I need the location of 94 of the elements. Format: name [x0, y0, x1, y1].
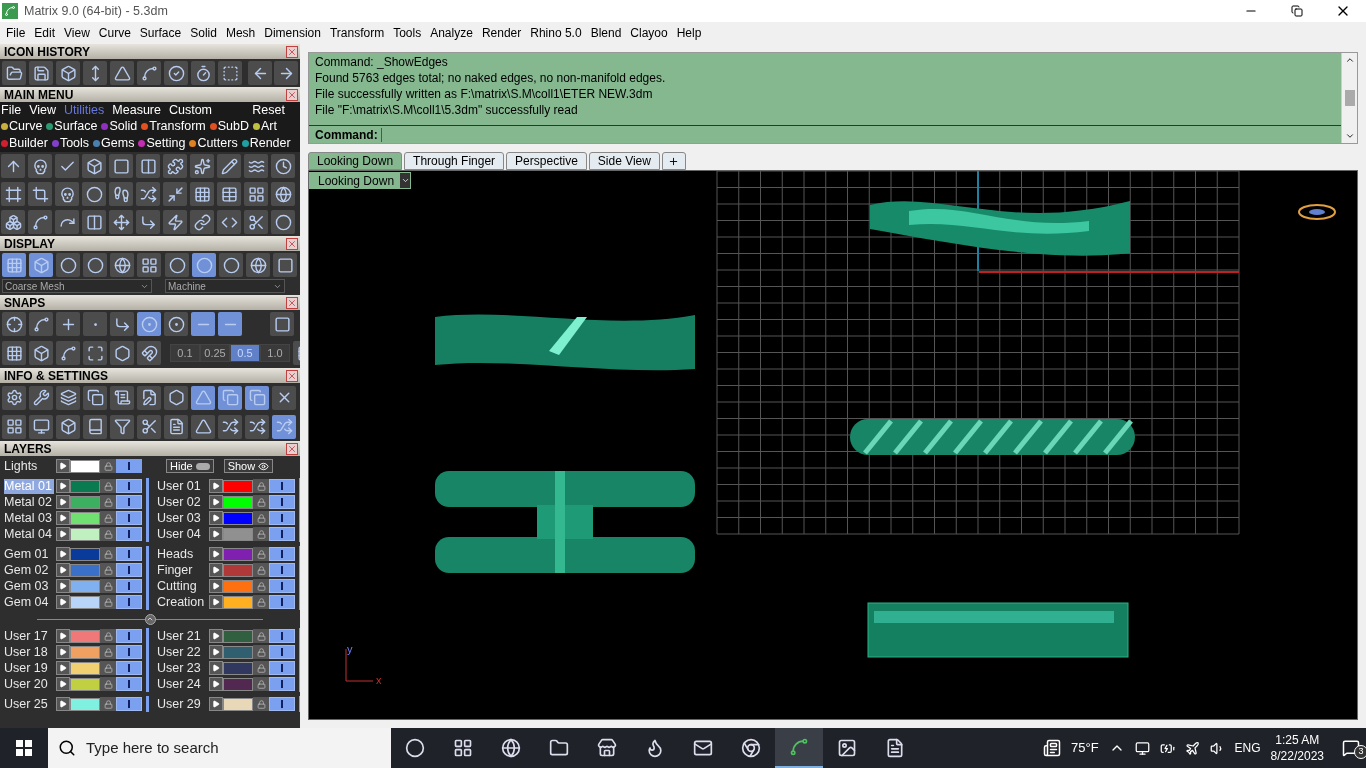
category-link[interactable]: SubD	[217, 117, 249, 136]
layer-name[interactable]: Gem 03	[4, 578, 54, 594]
language-indicator[interactable]: ENG	[1234, 739, 1261, 757]
hide-button[interactable]: Hide	[166, 459, 214, 473]
menu-item[interactable]: Transform	[329, 24, 385, 42]
category-link[interactable]: Solid	[109, 117, 138, 136]
command-prompt: Command:	[315, 126, 378, 144]
menu-item[interactable]: Tools	[393, 24, 422, 42]
category-link[interactable]: Transform	[149, 117, 206, 136]
menu-item[interactable]: Clayoo	[630, 24, 668, 42]
menu-item[interactable]: Help	[676, 24, 702, 42]
viewport-tab[interactable]: Perspective	[506, 152, 587, 170]
menu-item[interactable]: Blend	[590, 24, 622, 42]
layer-name[interactable]: Gem 02	[4, 562, 54, 578]
clock-time[interactable]: 1:25 AM	[1275, 732, 1320, 748]
layer-name[interactable]: User 22	[157, 644, 207, 660]
category-link[interactable]: Curve	[9, 117, 43, 136]
panel-title: INFO & SETTINGS	[4, 369, 108, 382]
viewport-tab[interactable]: Looking Down	[308, 152, 403, 170]
reset-button[interactable]: Reset	[252, 100, 285, 120]
menu-item[interactable]: Mesh	[225, 24, 256, 42]
menu-tab[interactable]: File	[1, 100, 22, 120]
layer-name[interactable]: User 20	[4, 676, 54, 692]
layer-name[interactable]: User 01	[157, 478, 207, 494]
category-link[interactable]: Render	[249, 134, 291, 153]
viewport[interactable]: Looking Down y x	[308, 170, 1358, 720]
layer-name[interactable]: Finger	[157, 562, 207, 578]
command-log-line: Found 5763 edges total; no naked edges, no non-manifold edges.	[315, 70, 667, 86]
menu-item[interactable]: Curve	[98, 24, 131, 42]
menu-item[interactable]: File	[6, 24, 26, 42]
menu-item[interactable]: Dimension	[264, 24, 321, 42]
layer-name[interactable]: User 29	[157, 696, 207, 712]
category-link[interactable]: Gems	[101, 134, 135, 153]
view-dropdown[interactable]: Looking Down	[309, 172, 412, 189]
mesh-dropdown[interactable]: Coarse Mesh	[2, 279, 152, 293]
menu-tab[interactable]: Custom	[168, 100, 213, 120]
menu-item[interactable]: Rhino 5.0	[530, 24, 582, 42]
window-title: Matrix 9.0 (64-bit) - 5.3dm	[24, 2, 168, 20]
layer-name[interactable]: Metal 03	[4, 510, 54, 526]
category-link[interactable]: Setting	[146, 134, 186, 153]
panel-title: DISPLAY	[4, 237, 55, 250]
command-log-line: Command: _ShowEdges	[315, 54, 449, 70]
viewport-tab[interactable]: Through Finger	[404, 152, 505, 170]
layer-name[interactable]: Cutting	[157, 578, 207, 594]
menu-item[interactable]: Surface	[139, 24, 182, 42]
category-link[interactable]: Art	[261, 117, 277, 136]
search-field[interactable]: Type here to search	[86, 736, 381, 760]
layer-name[interactable]: Gem 01	[4, 546, 54, 562]
clock-date[interactable]: 8/22/2023	[1270, 748, 1324, 764]
menu-tab[interactable]: Utilities	[64, 100, 105, 120]
layer-name[interactable]: User 19	[4, 660, 54, 676]
menu-item[interactable]: Edit	[34, 24, 56, 42]
menu-tab[interactable]: View	[29, 100, 57, 120]
layer-name[interactable]: User 02	[157, 494, 207, 510]
panel-title: LAYERS	[4, 442, 52, 455]
panel-title: ICON HISTORY	[4, 45, 90, 58]
layer-name[interactable]: Metal 04	[4, 526, 54, 542]
layer-name[interactable]: User 21	[157, 628, 207, 644]
category-link[interactable]: Cutters	[197, 134, 238, 153]
layer-name[interactable]: Creation	[157, 594, 207, 610]
layer-name[interactable]: Metal 02	[4, 494, 54, 510]
layer-name[interactable]: User 04	[157, 526, 207, 542]
menu-item[interactable]: Analyze	[430, 24, 473, 42]
layer-name[interactable]: User 23	[157, 660, 207, 676]
snap-value[interactable]: 1.0	[260, 344, 290, 362]
menu-item[interactable]: View	[64, 24, 90, 42]
axis-label: x	[376, 674, 382, 686]
snap-value[interactable]: 0.1	[170, 344, 200, 362]
layer-name[interactable]: User 18	[4, 644, 54, 660]
menu-item[interactable]: Render	[481, 24, 522, 42]
layer-name[interactable]: User 03	[157, 510, 207, 526]
category-link[interactable]: Builder	[9, 134, 48, 153]
category-link[interactable]: Tools	[59, 134, 90, 153]
layer-name[interactable]: Heads	[157, 546, 207, 562]
layer-name: Lights	[4, 457, 39, 475]
weather-text[interactable]: 75°F	[1071, 738, 1099, 758]
layer-name[interactable]: Gem 04	[4, 594, 54, 610]
command-log-line: File "F:\matrix\S.M\coll1\5.3dm" successfully read	[315, 102, 579, 118]
menu-tab[interactable]: Measure	[112, 100, 161, 120]
layer-name[interactable]: User 17	[4, 628, 54, 644]
panel-title: MAIN MENU	[4, 88, 74, 101]
snap-value[interactable]: 0.25	[200, 344, 230, 362]
show-button[interactable]: Show	[223, 459, 274, 473]
menu-item[interactable]: Solid	[190, 24, 217, 42]
layer-name[interactable]: User 25	[4, 696, 54, 712]
material-dropdown[interactable]: Machine	[165, 279, 285, 293]
notification-count: 3	[1354, 745, 1366, 759]
panel-title: SNAPS	[4, 296, 46, 309]
viewport-tab[interactable]: Side View	[588, 152, 660, 170]
search-bar[interactable]: Type here to search	[48, 728, 391, 768]
axis-label: y	[347, 643, 353, 655]
layer-name[interactable]: User 24	[157, 676, 207, 692]
category-link[interactable]: Surface	[54, 117, 98, 136]
command-log-line: File successfully written as F:\matrix\S.M\coll1\ETER NEW.3dm	[315, 86, 654, 102]
